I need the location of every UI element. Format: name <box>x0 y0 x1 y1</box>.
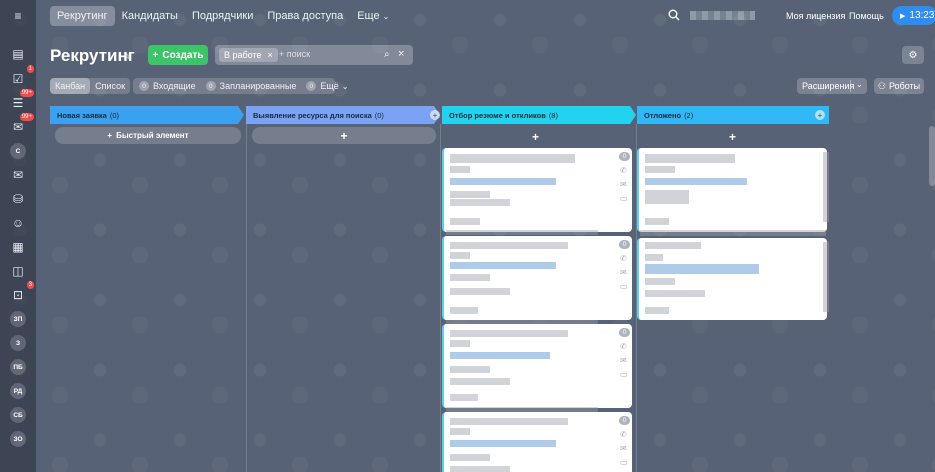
scrollbar[interactable] <box>929 126 935 186</box>
counter-more[interactable]: 0 Ещё ⌄ <box>306 81 348 91</box>
robot-icon: ⚇ <box>877 80 886 91</box>
settings-button[interactable]: ⚙ <box>902 46 924 64</box>
add-column-icon[interactable]: + <box>430 110 440 120</box>
page-title: Рекрутинг <box>50 46 135 65</box>
clear-icon[interactable]: × <box>398 48 404 60</box>
help-link[interactable]: Помощь <box>849 11 884 21</box>
users-icon[interactable]: ☺ <box>8 213 28 233</box>
view-switcher: Канбан Список <box>50 78 131 94</box>
plus-icon: + <box>107 131 113 140</box>
close-icon[interactable]: × <box>268 50 273 60</box>
mail-icon[interactable]: ✉ <box>620 356 627 365</box>
comment-icon[interactable]: ▭ <box>620 194 628 203</box>
deal-card[interactable]: 0 ✆ ✉ ▭ <box>442 324 632 408</box>
add-item-button[interactable]: + <box>532 130 539 144</box>
card-count-badge: 0 <box>619 416 630 425</box>
search-icon[interactable]: ⌕ <box>384 49 390 60</box>
extensions-button[interactable]: Расширения ⌄ <box>797 78 867 94</box>
chevron-down-icon: ⌄ <box>341 81 349 91</box>
search-input[interactable] <box>279 49 379 59</box>
phone-icon[interactable]: ✆ <box>620 166 627 175</box>
column-header-postponed[interactable]: Отложено (2) <box>637 106 827 124</box>
robots-button[interactable]: ⚇ Роботы <box>874 78 924 94</box>
create-button[interactable]: + Создать <box>148 45 208 65</box>
quick-add-button[interactable]: + Быстрый элемент <box>55 127 241 144</box>
comment-icon[interactable]: ▭ <box>620 370 628 379</box>
deal-card[interactable] <box>637 238 829 320</box>
add-item-button[interactable]: + <box>252 127 436 144</box>
phone-icon[interactable]: ✆ <box>620 342 627 351</box>
play-icon: ▶ <box>900 12 906 20</box>
phone-icon[interactable]: ✆ <box>620 430 627 439</box>
sidebar-item-zp[interactable]: ЗП <box>8 309 28 329</box>
deal-card[interactable] <box>637 148 829 232</box>
counters-bar: 0 Входящие 0 Запланированные 0 Ещё ⌄ <box>133 78 348 94</box>
hamburger-icon[interactable]: ≡ <box>8 6 28 26</box>
sidebar-item-z[interactable]: З <box>8 333 28 353</box>
chat-icon[interactable]: ✉ 99+ <box>8 113 34 137</box>
phone-icon[interactable]: ✆ <box>620 254 627 263</box>
sidebar-item-pb[interactable]: ПБ <box>8 357 28 377</box>
plus-icon: + <box>340 128 348 143</box>
tab-candidates[interactable]: Кандидаты <box>115 6 185 26</box>
column-divider <box>246 124 247 472</box>
tab-contractors[interactable]: Подрядчики <box>185 6 260 26</box>
filter-search-box[interactable]: В работе× ⌕ × <box>215 45 413 65</box>
sidebar-item-s[interactable]: С <box>8 141 28 161</box>
notification-badge: 99+ <box>19 113 34 121</box>
plus-icon: + <box>152 49 159 61</box>
comment-icon[interactable]: ▭ <box>620 282 628 291</box>
gear-icon: ⚙ <box>908 49 918 61</box>
mail-icon[interactable]: ✉ <box>8 165 28 185</box>
feed-icon[interactable]: ☰ 99+ <box>8 89 34 113</box>
tab-more[interactable]: Еще ⌄ <box>350 6 396 26</box>
notification-badge: 3 <box>26 281 34 289</box>
mail-icon[interactable]: ✉ <box>620 444 627 453</box>
notification-badge: 99+ <box>19 89 34 97</box>
counter-incoming[interactable]: 0 Входящие <box>139 81 196 91</box>
chevron-down-icon[interactable]: ⌄ <box>856 80 863 89</box>
mail-icon[interactable]: ✉ <box>620 268 627 277</box>
add-item-button[interactable]: + <box>729 130 736 144</box>
card-count-badge: 0 <box>619 240 630 249</box>
left-sidebar: ≡ ▤ ☑ 1 ☰ 99+ ✉ 99+ С ✉ ⛁ ☺ ▦ ◫ ⊡ 3 ЗП З ПБ … <box>0 0 36 472</box>
chat-bubble-icon[interactable]: ◫ <box>8 261 28 281</box>
notification-badge: 1 <box>26 65 34 73</box>
comment-icon[interactable]: ▭ <box>620 458 628 467</box>
sidebar-item-rd[interactable]: РД <box>8 381 28 401</box>
time-button[interactable]: ▶ 13:23 <box>892 6 935 25</box>
sidebar-item-sb[interactable]: СБ <box>8 405 28 425</box>
page-icon[interactable]: ▤ <box>8 44 28 64</box>
sidebar-item-zo[interactable]: ЗО <box>8 429 28 449</box>
filter-chip[interactable]: В работе × <box>219 48 278 62</box>
card-count-badge: 0 <box>619 152 630 161</box>
pin-icon[interactable]: ✎ <box>124 52 132 63</box>
deal-card[interactable]: 0 ✆ ✉ ▭ <box>442 412 632 472</box>
my-license-link[interactable]: Моя лицензия <box>786 11 845 21</box>
chevron-down-icon: ⌄ <box>382 12 390 21</box>
inbox-icon[interactable]: ⊡ 3 <box>8 281 34 305</box>
mail-icon[interactable]: ✉ <box>620 180 627 189</box>
card-count-badge: 0 <box>619 328 630 337</box>
calendar-icon[interactable]: ▦ <box>8 237 28 257</box>
card-footer-blurred <box>446 230 598 235</box>
user-name-blurred[interactable] <box>690 11 755 20</box>
column-header-new[interactable]: Новая заявка (0) <box>50 106 244 124</box>
deal-card[interactable]: 0 ✆ ✉ ▭ <box>442 148 632 232</box>
add-column-icon[interactable]: + <box>815 110 825 120</box>
tab-recruiting[interactable]: Рекрутинг <box>50 6 115 26</box>
deal-card[interactable]: 0 ✆ ✉ ▭ <box>442 236 632 320</box>
card-footer-blurred <box>640 230 826 236</box>
column-header-selection[interactable]: Отбор резюме и откликов (8) <box>442 106 636 124</box>
column-header-resource[interactable]: Выявление ресурса для поиска (0) <box>246 106 440 124</box>
drive-icon[interactable]: ⛁ <box>8 189 28 209</box>
search-icon[interactable] <box>668 9 680 21</box>
view-kanban[interactable]: Канбан <box>50 78 91 94</box>
view-list[interactable]: Список <box>90 78 130 94</box>
tasks-icon[interactable]: ☑ 1 <box>8 65 34 89</box>
column-divider <box>440 124 441 472</box>
tab-access-rights[interactable]: Права доступа <box>260 6 350 26</box>
counter-planned[interactable]: 0 Запланированные <box>205 81 296 91</box>
